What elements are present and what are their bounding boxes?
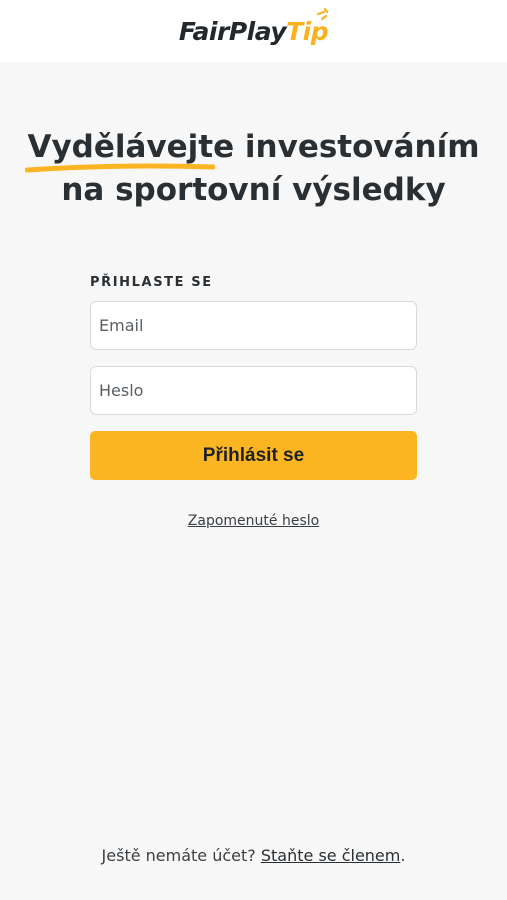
password-field[interactable] (90, 366, 417, 415)
login-section-label: PŘIHLASTE SE (90, 275, 213, 290)
login-button[interactable]: Přihlásit se (90, 431, 417, 480)
forgot-password-container: Zapomenuté heslo (0, 512, 507, 530)
logo-spark-icon (317, 7, 329, 20)
signup-link[interactable]: Staňte se členem (261, 846, 401, 865)
signup-prompt: Ještě nemáte účet? Staňte se členem. (0, 846, 507, 865)
forgot-password-link[interactable]: Zapomenuté heslo (188, 513, 319, 529)
headline-line2: na sportovní výsledky (61, 172, 446, 208)
fairplaytip-logo[interactable]: FairPlay Tip (178, 7, 329, 46)
page-headline: Vydělávejte investováním na sportovní vý… (0, 126, 507, 212)
logo-text-tip: Tip (286, 7, 329, 46)
logo-text-fairplay: FairPlay (178, 16, 287, 46)
signup-prompt-text: Ještě nemáte účet? (101, 846, 261, 865)
email-field[interactable] (90, 301, 417, 350)
headline-line1-rest: investováním (234, 129, 480, 165)
headline-highlight: Vydělávejte (25, 126, 234, 173)
top-bar: FairPlay Tip (0, 0, 507, 62)
signup-prompt-period: . (400, 846, 406, 865)
highlight-underline (25, 163, 216, 173)
